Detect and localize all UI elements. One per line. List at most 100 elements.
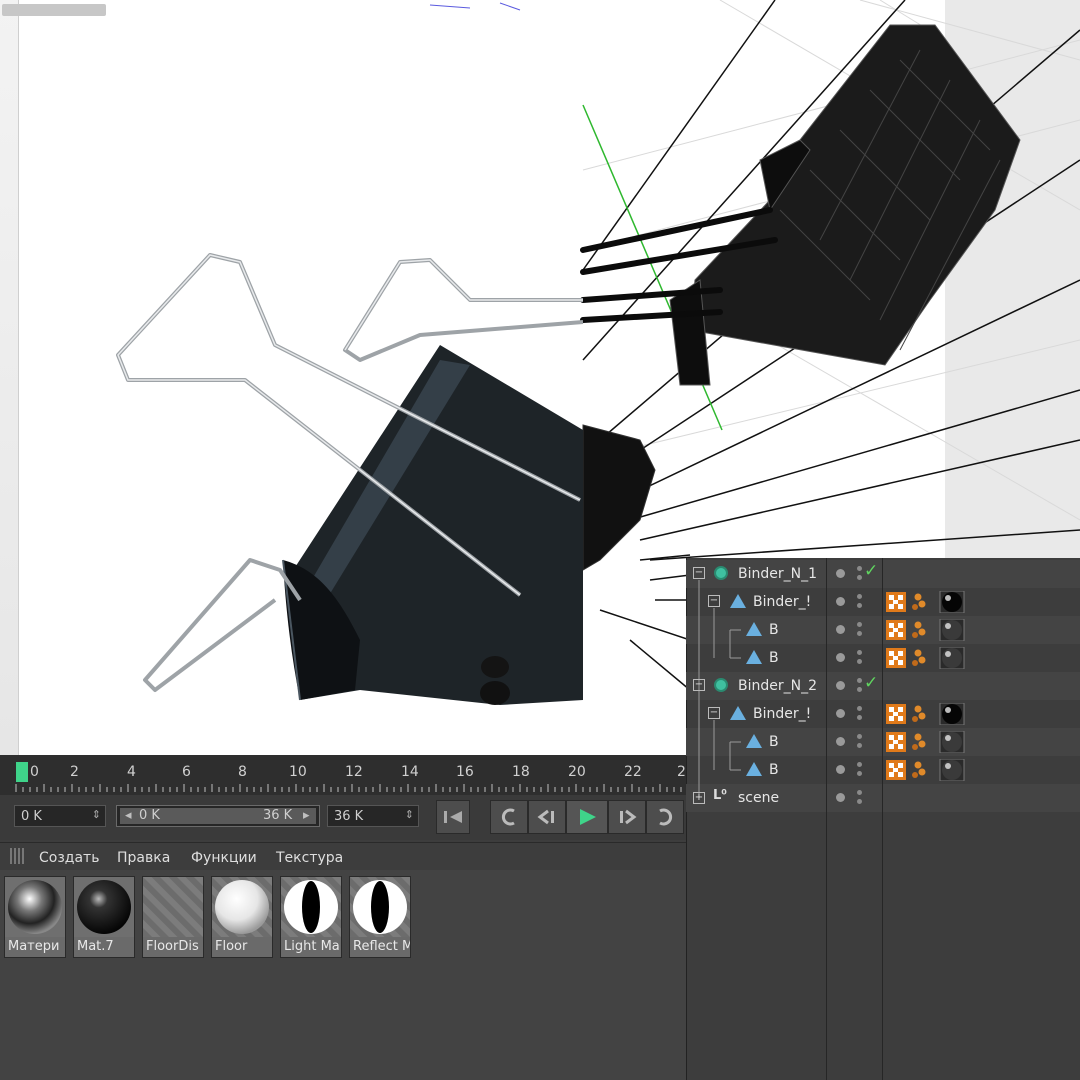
skip-back-icon [444, 811, 462, 823]
editor-visibility-dot[interactable] [857, 678, 862, 683]
expand-toggle-icon[interactable]: + [693, 792, 705, 804]
material-swatch[interactable]: Light Ma [280, 876, 342, 958]
object-tags[interactable] [886, 590, 966, 614]
panel-grip-icon[interactable] [10, 848, 26, 864]
render-visibility-dot[interactable] [857, 687, 862, 692]
visibility-dot[interactable] [836, 709, 845, 718]
tick-label: 10 [289, 764, 307, 780]
null-object-icon [714, 566, 728, 580]
material-name: Матери [8, 939, 60, 954]
material-swatch[interactable]: FloorDis [142, 876, 204, 958]
range-right-arrow-icon[interactable]: ▸ [303, 808, 310, 823]
go-to-next-key-button[interactable] [646, 800, 684, 834]
editor-visibility-dot[interactable] [857, 734, 862, 739]
tag-icons [886, 590, 965, 614]
object-name[interactable]: scene [738, 790, 779, 806]
render-visibility-dot[interactable] [857, 659, 862, 664]
enabled-check-icon[interactable]: ✓ [864, 673, 878, 693]
end-frame-value: 36 K [334, 809, 364, 824]
render-visibility-dot[interactable] [857, 799, 862, 804]
render-visibility-dot[interactable] [857, 575, 862, 580]
spin-arrows-icon[interactable]: ⇕ [405, 808, 414, 821]
object-name[interactable]: B [769, 762, 779, 778]
object-tags[interactable] [886, 758, 966, 782]
visibility-dot[interactable] [836, 765, 845, 774]
black-sphere-icon [74, 877, 134, 937]
polygon-object-icon [746, 762, 762, 776]
spin-arrows-icon[interactable]: ⇕ [92, 808, 101, 821]
render-visibility-dot[interactable] [857, 771, 862, 776]
render-visibility-dot[interactable] [857, 631, 862, 636]
editor-visibility-dot[interactable] [857, 762, 862, 767]
object-name[interactable]: B [769, 734, 779, 750]
render-visibility-dot[interactable] [857, 603, 862, 608]
object-name[interactable]: B [769, 650, 779, 666]
editor-visibility-dot[interactable] [857, 650, 862, 655]
visibility-dot[interactable] [836, 597, 845, 606]
polygon-object-icon [730, 594, 746, 608]
material-swatch[interactable]: Матери [4, 876, 66, 958]
material-swatch[interactable]: Floor [211, 876, 273, 958]
editor-visibility-dot[interactable] [857, 622, 862, 627]
visibility-dot[interactable] [836, 625, 845, 634]
collapse-toggle-icon[interactable]: − [708, 707, 720, 719]
step-back-icon [537, 809, 554, 825]
polygon-object-icon [746, 622, 762, 636]
visibility-dot[interactable] [836, 793, 845, 802]
object-name[interactable]: Binder_! [753, 706, 811, 722]
collapse-toggle-icon[interactable]: − [708, 595, 720, 607]
enabled-check-icon[interactable]: ✓ [864, 561, 878, 581]
tick-label: 16 [456, 764, 474, 780]
material-swatch[interactable]: Mat.7 [73, 876, 135, 958]
editor-visibility-dot[interactable] [857, 566, 862, 571]
object-tags[interactable] [886, 646, 966, 670]
tag-icons [886, 758, 965, 782]
object-name[interactable]: Binder_N_2 [738, 678, 817, 694]
object-tags[interactable] [886, 702, 966, 726]
step-forward-button[interactable] [608, 800, 646, 834]
material-name: Light Ma [284, 939, 340, 954]
polygon-object-icon [746, 734, 762, 748]
editor-visibility-dot[interactable] [857, 594, 862, 599]
visibility-dot[interactable] [836, 569, 845, 578]
material-name: Reflect M [353, 939, 411, 954]
viewport-scrollbar[interactable] [0, 0, 106, 760]
object-name[interactable]: Binder_N_1 [738, 566, 817, 582]
material-swatch[interactable]: Reflect M [349, 876, 411, 958]
menu-functions[interactable]: Функции [191, 850, 257, 866]
current-frame-marker[interactable] [16, 762, 28, 782]
striped-placeholder-icon [143, 877, 203, 937]
render-visibility-dot[interactable] [857, 715, 862, 720]
chrome-sphere-icon [5, 877, 65, 937]
preview-range-slider[interactable]: ◂ 0 K 36 K ▸ [116, 805, 320, 827]
object-name[interactable]: Binder_! [753, 594, 811, 610]
menu-edit[interactable]: Правка [117, 850, 170, 866]
end-frame-field[interactable]: 36 K ⇕ [327, 805, 419, 827]
polygon-object-icon [730, 706, 746, 720]
object-tags[interactable] [886, 730, 966, 754]
object-tags[interactable] [886, 618, 966, 642]
collapse-toggle-icon[interactable]: − [693, 567, 705, 579]
menu-create[interactable]: Создать [39, 850, 99, 866]
next-key-icon [659, 808, 673, 826]
editor-visibility-dot[interactable] [857, 706, 862, 711]
object-name[interactable]: B [769, 622, 779, 638]
step-back-button[interactable] [528, 800, 566, 834]
tag-icons [886, 646, 965, 670]
collapse-toggle-icon[interactable]: − [693, 679, 705, 691]
tag-icons [886, 730, 965, 754]
tag-icons [886, 618, 965, 642]
go-to-start-button[interactable] [436, 800, 470, 834]
go-to-previous-key-button[interactable] [490, 800, 528, 834]
visibility-dot[interactable] [836, 737, 845, 746]
scrollbar-thumb[interactable] [2, 4, 106, 16]
render-visibility-dot[interactable] [857, 743, 862, 748]
visibility-dot[interactable] [836, 653, 845, 662]
visibility-dot[interactable] [836, 681, 845, 690]
menu-texture[interactable]: Текстура [276, 850, 343, 866]
range-left-arrow-icon[interactable]: ◂ [125, 808, 132, 823]
play-button[interactable] [566, 800, 608, 834]
editor-visibility-dot[interactable] [857, 790, 862, 795]
start-frame-field[interactable]: 0 K ⇕ [14, 805, 106, 827]
tick-label: 22 [624, 764, 642, 780]
